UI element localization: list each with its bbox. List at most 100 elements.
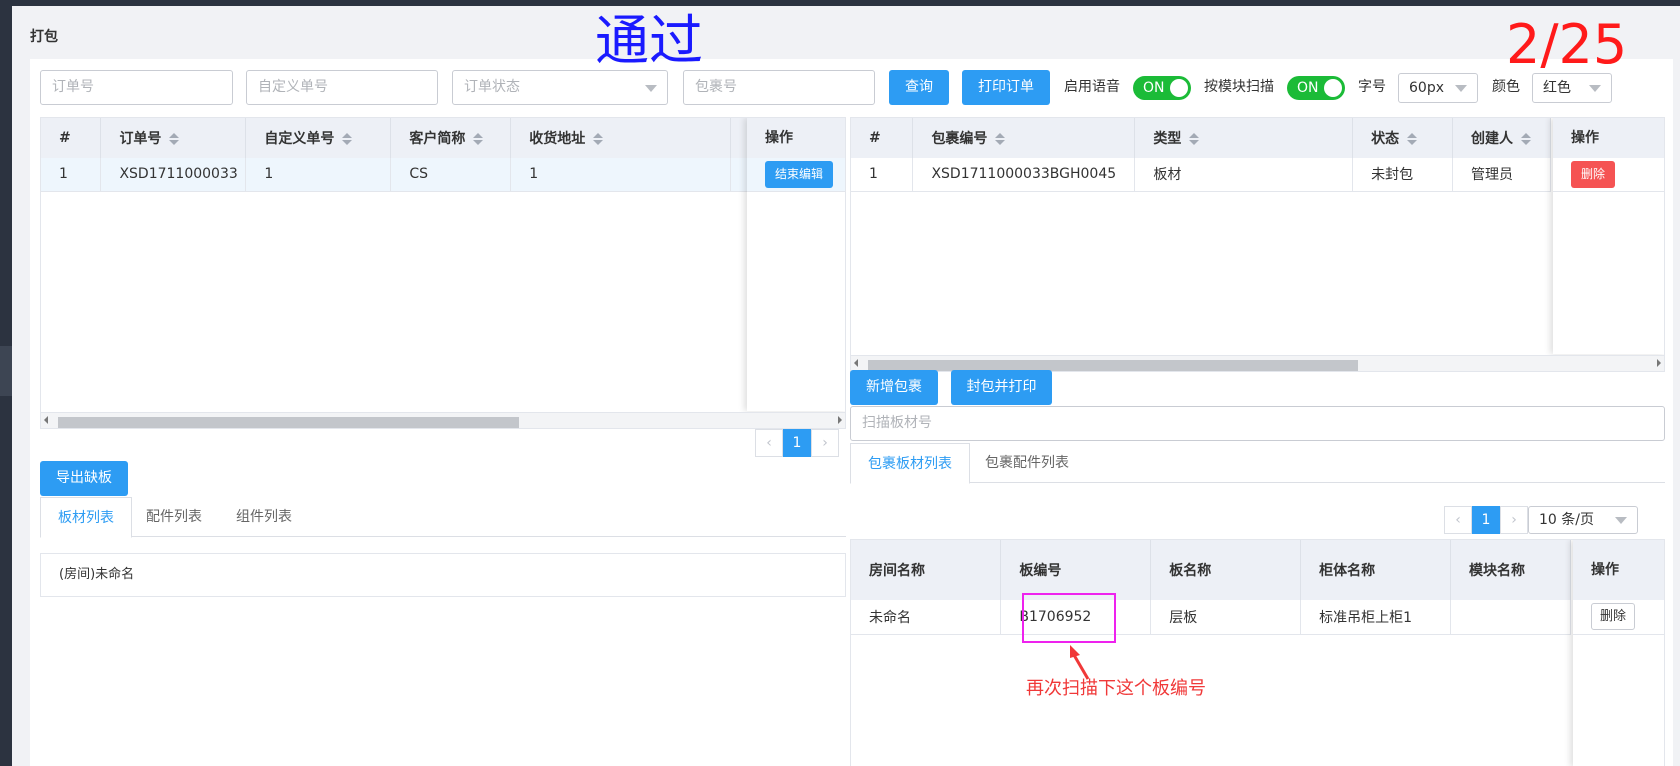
- delete-panel-button[interactable]: 删除: [1591, 603, 1636, 630]
- chevron-down-icon: [645, 85, 657, 92]
- add-package-button[interactable]: 新增包裹: [850, 370, 938, 405]
- progress-counter: 2/25: [1506, 13, 1628, 76]
- sort-icon[interactable]: [473, 133, 484, 145]
- col-creator-label: 创建人: [1471, 131, 1514, 147]
- color-value: 红色: [1543, 80, 1571, 96]
- delete-package-button[interactable]: 删除: [1571, 161, 1616, 188]
- end-edit-button[interactable]: 结束编辑: [765, 161, 834, 188]
- packages-table: # 包裹编号 类型 状态 创建人 1 XSD1711000033BGH0045 …: [850, 117, 1665, 372]
- col-package-no[interactable]: 包裹编号: [912, 118, 1136, 158]
- panel-list-pager: ‹ 1 ›: [1444, 506, 1528, 534]
- tab-package-accessories[interactable]: 包裹配件列表: [968, 443, 1086, 483]
- chevron-left-icon[interactable]: ‹: [1444, 506, 1472, 534]
- page-1[interactable]: 1: [1472, 506, 1500, 534]
- package-no-input[interactable]: 包裹号: [683, 70, 875, 105]
- sort-icon[interactable]: [169, 133, 180, 145]
- col-action: 操作: [1553, 118, 1664, 158]
- panel-list-table: 房间名称 板编号 板名称 柜体名称 模块名称 未命名 B1706952 层板 标…: [850, 539, 1665, 766]
- sort-icon[interactable]: [995, 133, 1006, 145]
- col-panel-no: 板编号: [1000, 540, 1152, 600]
- chevron-right-icon[interactable]: ›: [811, 429, 839, 457]
- toggle-knob: [1170, 79, 1188, 97]
- left-strip: [0, 6, 12, 766]
- room-list-item[interactable]: (房间)未命名: [40, 553, 846, 597]
- cell-type: 板材: [1134, 158, 1354, 192]
- sort-icon[interactable]: [1189, 133, 1200, 145]
- scroll-left-icon[interactable]: [44, 416, 48, 424]
- module-scan-label: 按模块扫描: [1204, 79, 1274, 95]
- page-title: 打包: [30, 29, 58, 45]
- font-size-select[interactable]: 60px: [1398, 73, 1478, 103]
- chevron-right-icon[interactable]: ›: [1500, 506, 1528, 534]
- scroll-right-icon[interactable]: [1657, 359, 1661, 367]
- orders-hscrollbar[interactable]: [41, 412, 845, 428]
- page-1[interactable]: 1: [783, 429, 811, 457]
- orders-table: # 订单号 自定义单号 客户简称 收货地址 1 XSD1711000033 1 …: [40, 117, 846, 429]
- col-room: 房间名称: [851, 540, 1002, 600]
- order-status-select[interactable]: 订单状态: [452, 70, 668, 105]
- col-address[interactable]: 收货地址: [510, 118, 732, 158]
- voice-toggle-text: ON: [1143, 80, 1165, 96]
- sort-icon[interactable]: [1407, 133, 1418, 145]
- voice-label: 启用语音: [1064, 79, 1120, 95]
- panel-fixed-action-col: 操作 删除: [1573, 540, 1664, 766]
- seal-print-button[interactable]: 封包并打印: [951, 370, 1052, 405]
- scroll-right-icon[interactable]: [838, 416, 842, 424]
- scan-panel-input[interactable]: 扫描板材号: [850, 406, 1665, 441]
- sort-icon[interactable]: [342, 133, 353, 145]
- cell-action: 删除: [1573, 600, 1664, 635]
- page: 打包 订单号 自定义单号 订单状态 包裹号 查询 打印订单 启用语音 ON 按模…: [12, 6, 1680, 766]
- font-size-label: 字号: [1358, 79, 1386, 95]
- table-row[interactable]: 1 XSD1711000033BGH0045 板材 未封包 管理员: [851, 158, 1551, 192]
- color-select[interactable]: 红色: [1532, 73, 1612, 103]
- cell-module: [1450, 600, 1571, 635]
- scroll-left-icon[interactable]: [854, 359, 858, 367]
- col-type[interactable]: 类型: [1134, 118, 1354, 158]
- cell-address: 1: [510, 158, 732, 192]
- chevron-down-icon: [1455, 85, 1467, 92]
- table-row[interactable]: 未命名 B1706952 层板 标准吊柜上柜1: [851, 600, 1571, 635]
- col-status[interactable]: 状态: [1352, 118, 1454, 158]
- sort-icon[interactable]: [593, 133, 604, 145]
- tab-panels[interactable]: 板材列表: [40, 497, 132, 538]
- packages-fixed-action-col: 操作 删除: [1553, 118, 1664, 354]
- cell-cabinet: 标准吊柜上柜1: [1300, 600, 1452, 635]
- voice-toggle[interactable]: ON: [1133, 76, 1191, 100]
- print-order-button[interactable]: 打印订单: [962, 70, 1050, 105]
- col-custom-no-label: 自定义单号: [264, 131, 335, 147]
- col-module: 模块名称: [1450, 540, 1571, 600]
- col-action: 操作: [1573, 540, 1664, 600]
- module-scan-toggle[interactable]: ON: [1287, 76, 1345, 100]
- scroll-thumb[interactable]: [58, 417, 519, 428]
- packages-hscrollbar[interactable]: [851, 355, 1664, 371]
- cell-package-no: XSD1711000033BGH0045: [912, 158, 1136, 192]
- chevron-down-icon: [1589, 85, 1601, 92]
- col-order-no[interactable]: 订单号: [100, 118, 247, 158]
- cell-index: 1: [851, 158, 914, 192]
- col-package-no-label: 包裹编号: [931, 131, 988, 147]
- table-row[interactable]: 1 XSD1711000033 1 CS 1: [41, 158, 801, 192]
- page-size-value: 10 条/页: [1539, 512, 1594, 528]
- sort-icon[interactable]: [1521, 133, 1532, 145]
- cell-room: 未命名: [851, 600, 1002, 635]
- order-no-input[interactable]: 订单号: [40, 70, 233, 105]
- col-customer[interactable]: 客户简称: [390, 118, 512, 158]
- query-button[interactable]: 查询: [889, 70, 949, 105]
- tab-accessories[interactable]: 配件列表: [129, 497, 219, 537]
- col-type-label: 类型: [1153, 131, 1182, 147]
- custom-no-input[interactable]: 自定义单号: [246, 70, 438, 105]
- tab-package-panels[interactable]: 包裹板材列表: [850, 443, 970, 484]
- tab-components[interactable]: 组件列表: [219, 497, 309, 537]
- col-index: #: [41, 118, 102, 158]
- chevron-left-icon[interactable]: ‹: [755, 429, 783, 457]
- pass-stamp: 通过: [595, 9, 703, 72]
- col-panel-name: 板名称: [1150, 540, 1302, 600]
- export-missing-button[interactable]: 导出缺板: [40, 461, 128, 496]
- annotation-text: 再次扫描下这个板编号: [1026, 678, 1206, 699]
- scroll-thumb[interactable]: [868, 360, 1358, 371]
- col-creator[interactable]: 创建人: [1452, 118, 1551, 158]
- col-custom-no[interactable]: 自定义单号: [245, 118, 392, 158]
- chevron-down-icon: [1615, 517, 1627, 524]
- page-size-select[interactable]: 10 条/页: [1528, 506, 1638, 534]
- highlight-box: [1022, 593, 1116, 643]
